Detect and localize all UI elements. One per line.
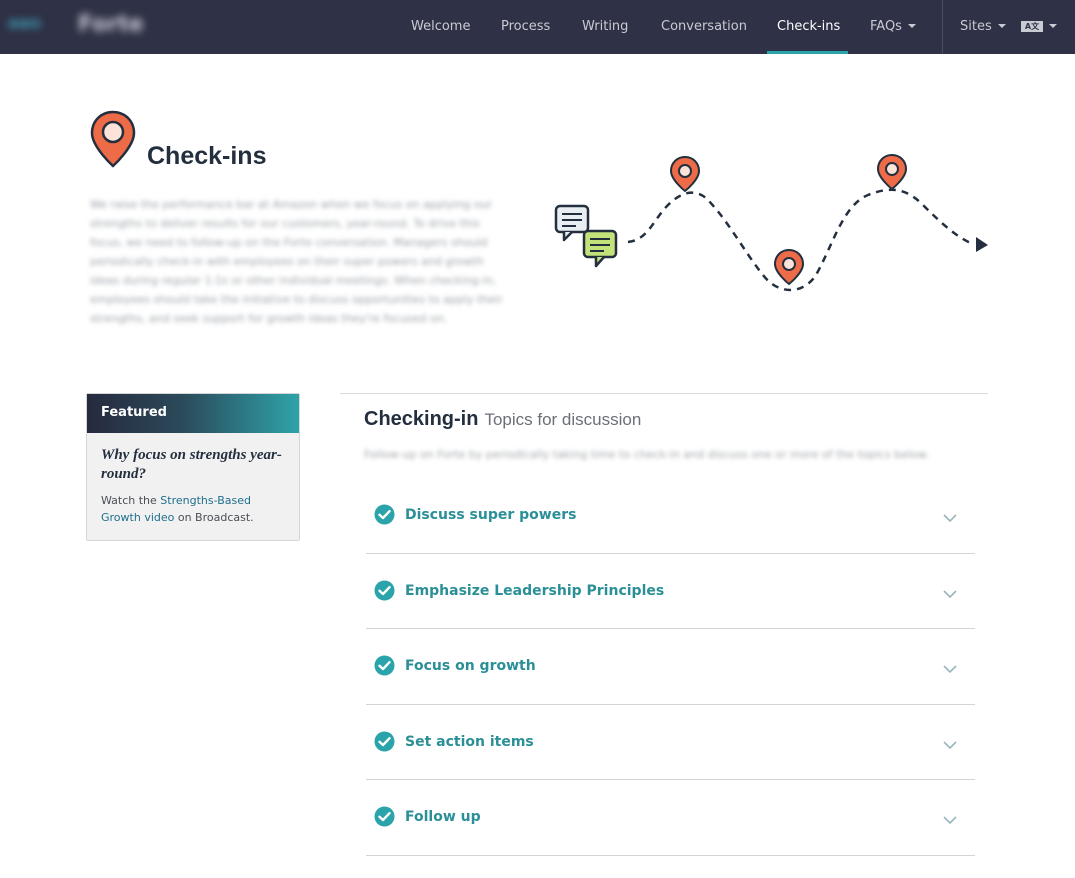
featured-text-after: on Broadcast. bbox=[174, 511, 254, 524]
nav-writing[interactable]: Writing bbox=[582, 0, 628, 54]
caret-down-icon bbox=[997, 24, 1006, 28]
active-tab-indicator bbox=[767, 51, 848, 54]
accordion-item-label: Emphasize Leadership Principles bbox=[405, 582, 665, 599]
nav-welcome[interactable]: Welcome bbox=[411, 0, 470, 54]
featured-card: Featured Why focus on strengths year-rou… bbox=[86, 393, 300, 541]
nav-sites-label: Sites bbox=[960, 19, 992, 34]
accordion-item-discuss-super-powers[interactable]: Discuss super powers bbox=[366, 478, 975, 554]
nav-process[interactable]: Process bbox=[501, 0, 550, 54]
accordion-item-label: Set action items bbox=[405, 733, 534, 750]
featured-title: Why focus on strengths year-round? bbox=[101, 447, 282, 482]
nav-sites-dropdown[interactable]: Sites bbox=[960, 0, 1006, 54]
chevron-down-icon[interactable] bbox=[943, 508, 957, 527]
check-circle-icon bbox=[374, 504, 395, 529]
chat-bubbles-icon bbox=[554, 204, 618, 268]
section-heading: Checking-in Topics for discussion bbox=[364, 408, 641, 431]
accordion-item-set-action-items[interactable]: Set action items bbox=[366, 705, 975, 781]
chevron-down-icon[interactable] bbox=[943, 659, 957, 678]
caret-down-icon bbox=[1049, 24, 1057, 28]
chevron-down-icon[interactable] bbox=[943, 810, 957, 829]
accordion-item-focus-on-growth[interactable]: Focus on growth bbox=[366, 629, 975, 705]
nav-divider bbox=[942, 0, 943, 54]
featured-header: Featured bbox=[87, 394, 299, 433]
accordion-item-emphasize-leadership-principles[interactable]: Emphasize Leadership Principles bbox=[366, 554, 975, 630]
accordion-item-label: Discuss super powers bbox=[405, 507, 577, 523]
nav-conversation[interactable]: Conversation bbox=[661, 0, 747, 54]
section-title: Checking-in bbox=[364, 408, 479, 430]
featured-text: Watch the Strengths-Based Growth video o… bbox=[101, 492, 285, 526]
check-in-journey-illustration bbox=[548, 150, 998, 304]
topics-accordion: Discuss super powers Emphasize Leadershi… bbox=[366, 478, 975, 856]
accordion-item-follow-up[interactable]: Follow up bbox=[366, 780, 975, 856]
check-circle-icon bbox=[374, 580, 395, 605]
section-subtitle: Topics for discussion bbox=[484, 410, 642, 429]
check-circle-icon bbox=[374, 806, 395, 831]
caret-down-icon bbox=[907, 24, 916, 28]
chevron-down-icon[interactable] bbox=[943, 584, 957, 603]
section-divider bbox=[340, 393, 988, 394]
map-pin-icon bbox=[773, 248, 805, 286]
accordion-item-label: Focus on growth bbox=[405, 658, 536, 675]
section-description: Follow-up on Forte by periodically takin… bbox=[364, 448, 930, 461]
map-pin-icon bbox=[876, 153, 908, 191]
brand-name[interactable]: Forte bbox=[78, 12, 144, 37]
intro-paragraph: We raise the performance bar at Amazon w… bbox=[90, 198, 503, 325]
map-pin-icon bbox=[669, 155, 701, 193]
nav-check-ins[interactable]: Check-ins bbox=[777, 0, 840, 54]
featured-text-before: Watch the bbox=[101, 494, 161, 507]
translate-icon: A文 bbox=[1021, 21, 1043, 32]
map-pin-icon bbox=[90, 110, 136, 172]
top-navbar: aws Forte Welcome Process Writing Conver… bbox=[0, 0, 1075, 54]
language-dropdown[interactable]: A文 bbox=[1021, 0, 1057, 54]
chevron-down-icon[interactable] bbox=[943, 735, 957, 754]
accordion-item-label: Follow up bbox=[405, 809, 481, 826]
nav-faqs-label: FAQs bbox=[870, 19, 902, 34]
check-circle-icon bbox=[374, 655, 395, 680]
check-circle-icon bbox=[374, 731, 395, 756]
page-title: Check-ins bbox=[147, 142, 267, 170]
brand-logo[interactable]: aws bbox=[8, 14, 66, 38]
nav-faqs-dropdown[interactable]: FAQs bbox=[870, 0, 916, 54]
